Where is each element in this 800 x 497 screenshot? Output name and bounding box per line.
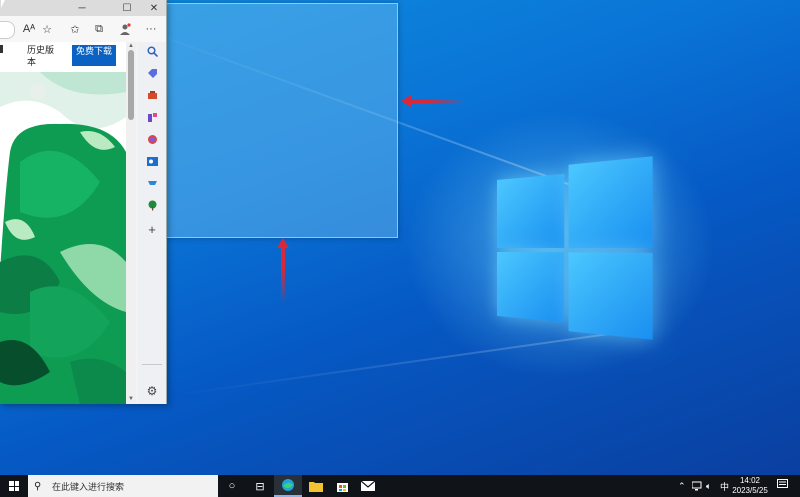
taskbar-clock[interactable]: 14:02 2023/5/25	[728, 476, 772, 496]
browser-toolbar: Aᴬ ☆ ✩ ⧉ ···	[0, 16, 166, 42]
tag-icon[interactable]	[143, 64, 161, 82]
shopping-icon[interactable]	[143, 174, 161, 192]
search-placeholder: 在此键入进行搜索	[52, 481, 125, 492]
annotation-arrow-up	[277, 238, 289, 304]
free-download-button[interactable]: 免费下载	[72, 45, 116, 66]
mail-icon[interactable]	[354, 475, 382, 497]
close-button[interactable]: ✕	[142, 0, 166, 16]
search-icon: ⚲	[34, 480, 42, 492]
favorites-icon[interactable]: ✩	[66, 20, 84, 38]
edge-browser-window[interactable]: ─ ☐ ✕ Aᴬ ☆ ✩ ⧉ ··· 历史版本 免费下载 ▲ ▼ + ⚙	[0, 0, 167, 404]
outlook-icon[interactable]	[143, 152, 161, 170]
annotation-arrow-left	[401, 95, 465, 107]
page-header: 历史版本 免费下载	[0, 42, 126, 72]
clock-time: 14:02	[739, 476, 761, 485]
page-scrollbar[interactable]: ▲ ▼	[126, 42, 136, 404]
favorite-add-icon[interactable]: ☆	[38, 20, 56, 38]
plant-illustration	[0, 72, 126, 404]
collections-icon[interactable]: ⧉	[90, 20, 108, 38]
edge-icon[interactable]	[274, 475, 302, 497]
taskbar: ⚲ 在此键入进行搜索 ○ ⊟ ⌃ 🔈︎ 中 14:02 2023/5/25	[0, 475, 800, 497]
office-icon[interactable]	[143, 130, 161, 148]
nav-edge-mark	[0, 45, 3, 53]
maximize-button[interactable]: ☐	[115, 0, 139, 16]
light-beam	[174, 330, 631, 397]
task-view-icon[interactable]: ○	[218, 475, 246, 497]
show-hidden-icons[interactable]: ⌃	[678, 475, 686, 497]
start-button[interactable]	[0, 475, 28, 497]
search-icon[interactable]	[143, 42, 161, 60]
scroll-up-icon[interactable]: ▲	[127, 43, 135, 49]
toolbox-icon[interactable]	[143, 86, 161, 104]
add-icon[interactable]: +	[143, 220, 161, 238]
tree-icon[interactable]	[143, 196, 161, 214]
page-content: 历史版本 免费下载	[0, 42, 126, 404]
windows-logo	[497, 156, 653, 340]
mouse-cursor	[1, 0, 5, 8]
edge-sidebar: + ⚙	[138, 42, 166, 404]
minimize-button[interactable]: ─	[70, 0, 94, 16]
history-version-link[interactable]: 历史版本	[27, 44, 61, 68]
scroll-down-icon[interactable]: ▼	[127, 396, 135, 402]
scroll-thumb[interactable]	[128, 50, 134, 120]
store-icon[interactable]	[328, 475, 356, 497]
sidebar-divider	[142, 364, 162, 365]
notification-icon[interactable]	[776, 479, 788, 491]
volume-icon[interactable]: 🔈︎	[706, 475, 711, 497]
widgets-icon[interactable]: ⊟	[246, 475, 274, 497]
windows-start-icon	[9, 481, 19, 491]
read-aloud-icon[interactable]: Aᴬ	[20, 20, 38, 38]
games-icon[interactable]	[143, 108, 161, 126]
settings-icon[interactable]: ⚙	[143, 382, 161, 400]
more-icon[interactable]: ···	[142, 20, 160, 38]
file-explorer-icon[interactable]	[302, 475, 330, 497]
clock-date: 2023/5/25	[732, 486, 768, 495]
snap-layout-preview	[166, 3, 398, 238]
network-icon[interactable]	[692, 475, 704, 497]
address-bar[interactable]	[0, 21, 15, 39]
taskbar-search[interactable]: ⚲ 在此键入进行搜索	[28, 475, 218, 497]
profile-icon[interactable]	[116, 20, 134, 38]
title-bar[interactable]: ─ ☐ ✕	[0, 0, 166, 16]
